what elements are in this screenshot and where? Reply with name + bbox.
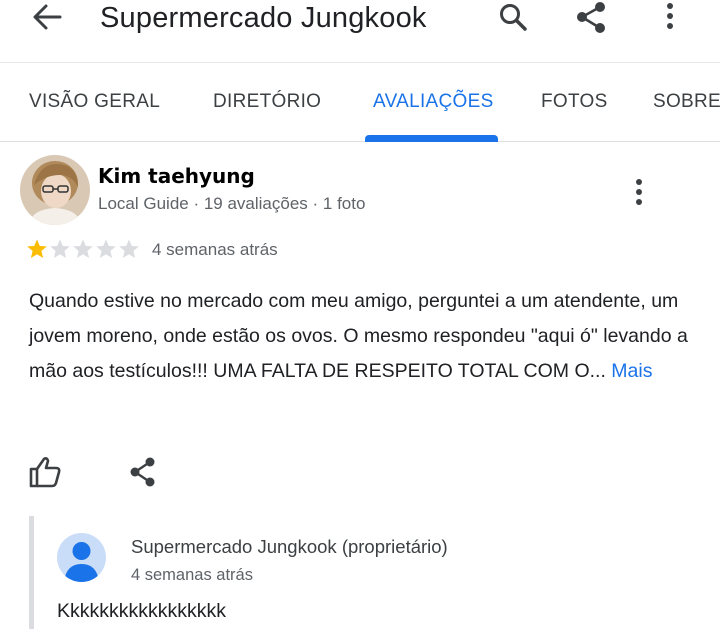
back-arrow-icon[interactable] — [30, 2, 64, 32]
tab-avaliacoes[interactable]: AVALIAÇÕES — [373, 91, 494, 113]
review-time: 4 semanas atrás — [152, 240, 278, 259]
tab-fotos[interactable]: FOTOS — [541, 91, 608, 113]
tab-diretorio[interactable]: DIRETÓRIO — [213, 91, 321, 113]
tab-bar: VISÃO GERAL DIRETÓRIO AVALIAÇÕES FOTOS S… — [0, 62, 720, 142]
star-rating — [26, 238, 140, 260]
more-vert-icon[interactable] — [652, 0, 688, 34]
star-empty-icon — [73, 239, 93, 258]
owner-reply-text: Kkkkkkkkkkkkkkkkk — [57, 600, 227, 622]
star-empty-icon — [119, 239, 139, 258]
reviewer-meta: Local Guide · 19 avaliações · 1 foto — [98, 194, 366, 213]
review-text-block: Quando estive no mercado com meu amigo, … — [29, 284, 689, 389]
review-text: Quando estive no mercado com meu amigo, … — [29, 290, 688, 382]
reviewer-avatar[interactable] — [20, 155, 90, 225]
star-empty-icon — [96, 239, 116, 258]
review-more-icon[interactable] — [626, 175, 652, 211]
share-review-icon[interactable] — [128, 456, 158, 488]
thumbs-up-icon[interactable] — [28, 455, 62, 489]
app-bar: Supermercado Jungkook — [0, 0, 720, 40]
search-icon[interactable] — [495, 0, 531, 34]
star-empty-icon — [50, 239, 70, 258]
active-tab-indicator — [365, 135, 498, 142]
owner-avatar — [57, 533, 106, 582]
share-icon[interactable] — [573, 0, 609, 34]
tab-sobre[interactable]: SOBRE — [653, 91, 720, 113]
page-title: Supermercado Jungkook — [100, 2, 427, 34]
star-filled-icon — [27, 239, 47, 258]
reviewer-name[interactable]: Kim taehyung — [98, 164, 255, 188]
more-link[interactable]: Mais — [611, 360, 652, 382]
reply-divider — [29, 516, 34, 629]
owner-name: Supermercado Jungkook (proprietário) — [131, 536, 448, 557]
tab-visao-geral[interactable]: VISÃO GERAL — [29, 91, 160, 113]
owner-reply-time: 4 semanas atrás — [131, 566, 253, 584]
